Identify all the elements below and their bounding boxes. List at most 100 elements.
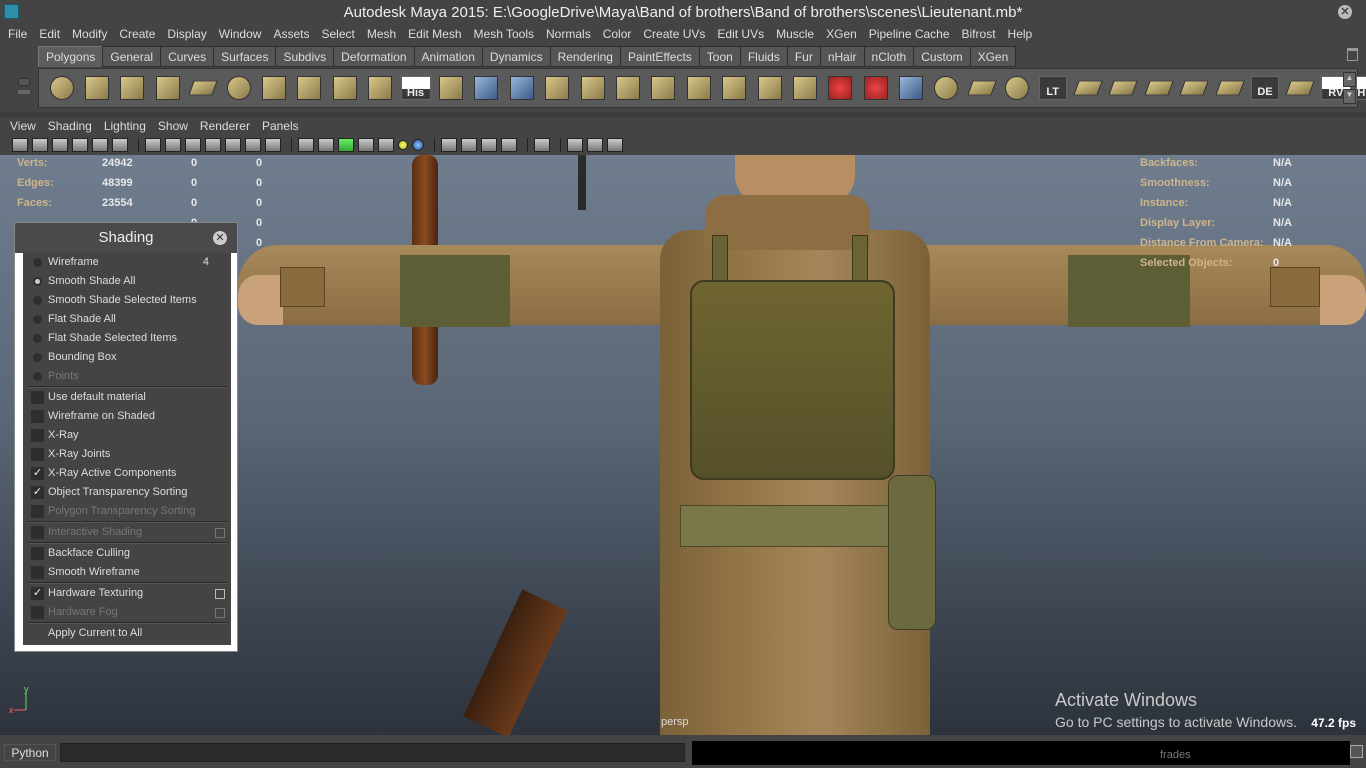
uv-sphere-icon[interactable] <box>929 70 964 106</box>
depth-of-field-icon[interactable] <box>501 138 517 152</box>
bridge-icon[interactable] <box>610 70 645 106</box>
safe-action-icon[interactable] <box>245 138 261 152</box>
checkbox-icon[interactable] <box>31 448 44 461</box>
camera-attributes-icon[interactable] <box>32 138 48 152</box>
poly-pyramid-icon[interactable] <box>256 70 291 106</box>
shelf-menu-icon[interactable] <box>18 78 30 86</box>
tab-surfaces[interactable]: Surfaces <box>213 46 277 67</box>
wireframe-on-shaded-icon[interactable] <box>338 138 354 152</box>
menu-mesh[interactable]: Mesh <box>361 27 402 41</box>
checker-icon[interactable] <box>378 138 394 152</box>
menu-display[interactable]: Display <box>161 27 212 41</box>
shading-option-wireframe-on-shaded[interactable]: Wireframe on Shaded <box>23 407 231 426</box>
transfer-icon[interactable] <box>964 70 999 106</box>
tab-animation[interactable]: Animation <box>413 46 483 67</box>
poly-cylinder-icon[interactable] <box>115 70 150 106</box>
shading-option-x-ray-active-components[interactable]: ✓ X-Ray Active Components <box>23 464 231 483</box>
separate-icon[interactable] <box>433 70 468 106</box>
tab-fluids[interactable]: Fluids <box>739 46 788 67</box>
bevel-icon[interactable] <box>539 70 574 106</box>
wireframe-icon[interactable] <box>298 138 314 152</box>
tab-ncloth[interactable]: nCloth <box>863 46 915 67</box>
menu-edit-uvs[interactable]: Edit UVs <box>711 27 770 41</box>
sculpt-icon[interactable] <box>858 70 893 106</box>
uv-auto-icon[interactable] <box>1177 70 1212 106</box>
smooth-shade-icon[interactable] <box>318 138 334 152</box>
maya-logo-icon[interactable] <box>4 4 19 19</box>
gate-mask-icon[interactable] <box>205 138 221 152</box>
tab-nhair[interactable]: nHair <box>819 46 865 67</box>
shading-option-object-transparency-sorting[interactable]: ✓ Object Transparency Sorting <box>23 483 231 502</box>
poly-cone-icon[interactable] <box>150 70 185 106</box>
apply-current-to-all-item[interactable]: Apply Current to All <box>23 624 231 643</box>
option-box-icon[interactable] <box>215 589 225 599</box>
menu-color[interactable]: Color <box>597 27 638 41</box>
shading-option-smooth-wireframe[interactable]: Smooth Wireframe <box>23 563 231 582</box>
cone-tool-icon[interactable] <box>823 70 858 106</box>
menu-modify[interactable]: Modify <box>66 27 113 41</box>
script-language-button[interactable]: Python <box>4 744 56 761</box>
shading-option-x-ray[interactable]: X-Ray <box>23 426 231 445</box>
lattice-icon[interactable] <box>893 70 928 106</box>
poly-pipe-icon[interactable] <box>292 70 327 106</box>
extract-icon[interactable] <box>469 70 504 106</box>
extrude-icon[interactable] <box>575 70 610 106</box>
de-icon[interactable]: DE <box>1247 70 1282 106</box>
tab-general[interactable]: General <box>102 46 162 67</box>
panel-menu-shading[interactable]: Shading <box>42 119 98 133</box>
image-plane-icon[interactable] <box>72 138 88 152</box>
shading-option-x-ray-joints[interactable]: X-Ray Joints <box>23 445 231 464</box>
panel-menu-panels[interactable]: Panels <box>256 119 305 133</box>
checkbox-icon[interactable] <box>31 547 44 560</box>
tab-custom[interactable]: Custom <box>913 46 971 67</box>
close-window-button[interactable]: ✕ <box>1338 5 1352 19</box>
motion-blur-icon[interactable] <box>461 138 477 152</box>
menu-edit-mesh[interactable]: Edit Mesh <box>402 27 467 41</box>
smooth-icon[interactable] <box>504 70 539 106</box>
poly-cube-icon[interactable] <box>79 70 114 106</box>
shading-option-flat-shade-selected-items[interactable]: Flat Shade Selected Items <box>23 329 231 348</box>
safe-title-icon[interactable] <box>265 138 281 152</box>
xray-joints-icon[interactable] <box>607 138 623 152</box>
combine-icon[interactable] <box>363 70 398 106</box>
split-icon[interactable] <box>681 70 716 106</box>
resolution-gate-icon[interactable] <box>185 138 201 152</box>
offset-loop-icon[interactable] <box>752 70 787 106</box>
checkbox-icon[interactable] <box>31 566 44 579</box>
tab-fur[interactable]: Fur <box>786 46 821 67</box>
xray-active-icon[interactable] <box>587 138 603 152</box>
merge-icon[interactable] <box>787 70 822 106</box>
tab-xgen[interactable]: XGen <box>969 46 1017 67</box>
menu-muscle[interactable]: Muscle <box>770 27 820 41</box>
tab-deformation[interactable]: Deformation <box>333 46 415 67</box>
uv-layout-icon[interactable] <box>1212 70 1247 106</box>
insert-loop-icon[interactable] <box>716 70 751 106</box>
shading-option-use-default-material[interactable]: Use default material <box>23 388 231 407</box>
uv-editor-icon[interactable] <box>1283 70 1318 106</box>
isolate-select-icon[interactable] <box>534 138 550 152</box>
tab-subdivs[interactable]: Subdivs <box>275 46 335 67</box>
panel-menu-lighting[interactable]: Lighting <box>98 119 152 133</box>
checkbox-icon[interactable] <box>31 410 44 423</box>
grid-icon[interactable] <box>145 138 161 152</box>
panel-menu-view[interactable]: View <box>4 119 42 133</box>
shading-menu-title-bar[interactable]: Shading ✕ <box>15 223 237 253</box>
grease-pencil-icon[interactable] <box>112 138 128 152</box>
uv-planar-icon[interactable] <box>1070 70 1105 106</box>
multisample-icon[interactable] <box>481 138 497 152</box>
menu-normals[interactable]: Normals <box>540 27 597 41</box>
bookmark-icon[interactable] <box>52 138 68 152</box>
shading-option-hardware-texturing[interactable]: ✓ Hardware Texturing <box>23 584 231 603</box>
menu-create-uvs[interactable]: Create UVs <box>637 27 711 41</box>
snap-icon[interactable] <box>1000 70 1035 106</box>
menu-select[interactable]: Select <box>315 27 360 41</box>
menu-window[interactable]: Window <box>213 27 268 41</box>
shelf-scroll-down-icon[interactable]: ▼ <box>1343 89 1356 104</box>
checkbox-icon[interactable] <box>31 391 44 404</box>
uv-spherical-icon[interactable] <box>1141 70 1176 106</box>
menu-help[interactable]: Help <box>1002 27 1039 41</box>
menu-xgen[interactable]: XGen <box>820 27 863 41</box>
shading-option-bounding-box[interactable]: Bounding Box <box>23 348 231 367</box>
checkbox-icon[interactable]: ✓ <box>31 467 44 480</box>
poly-torus-icon[interactable] <box>221 70 256 106</box>
